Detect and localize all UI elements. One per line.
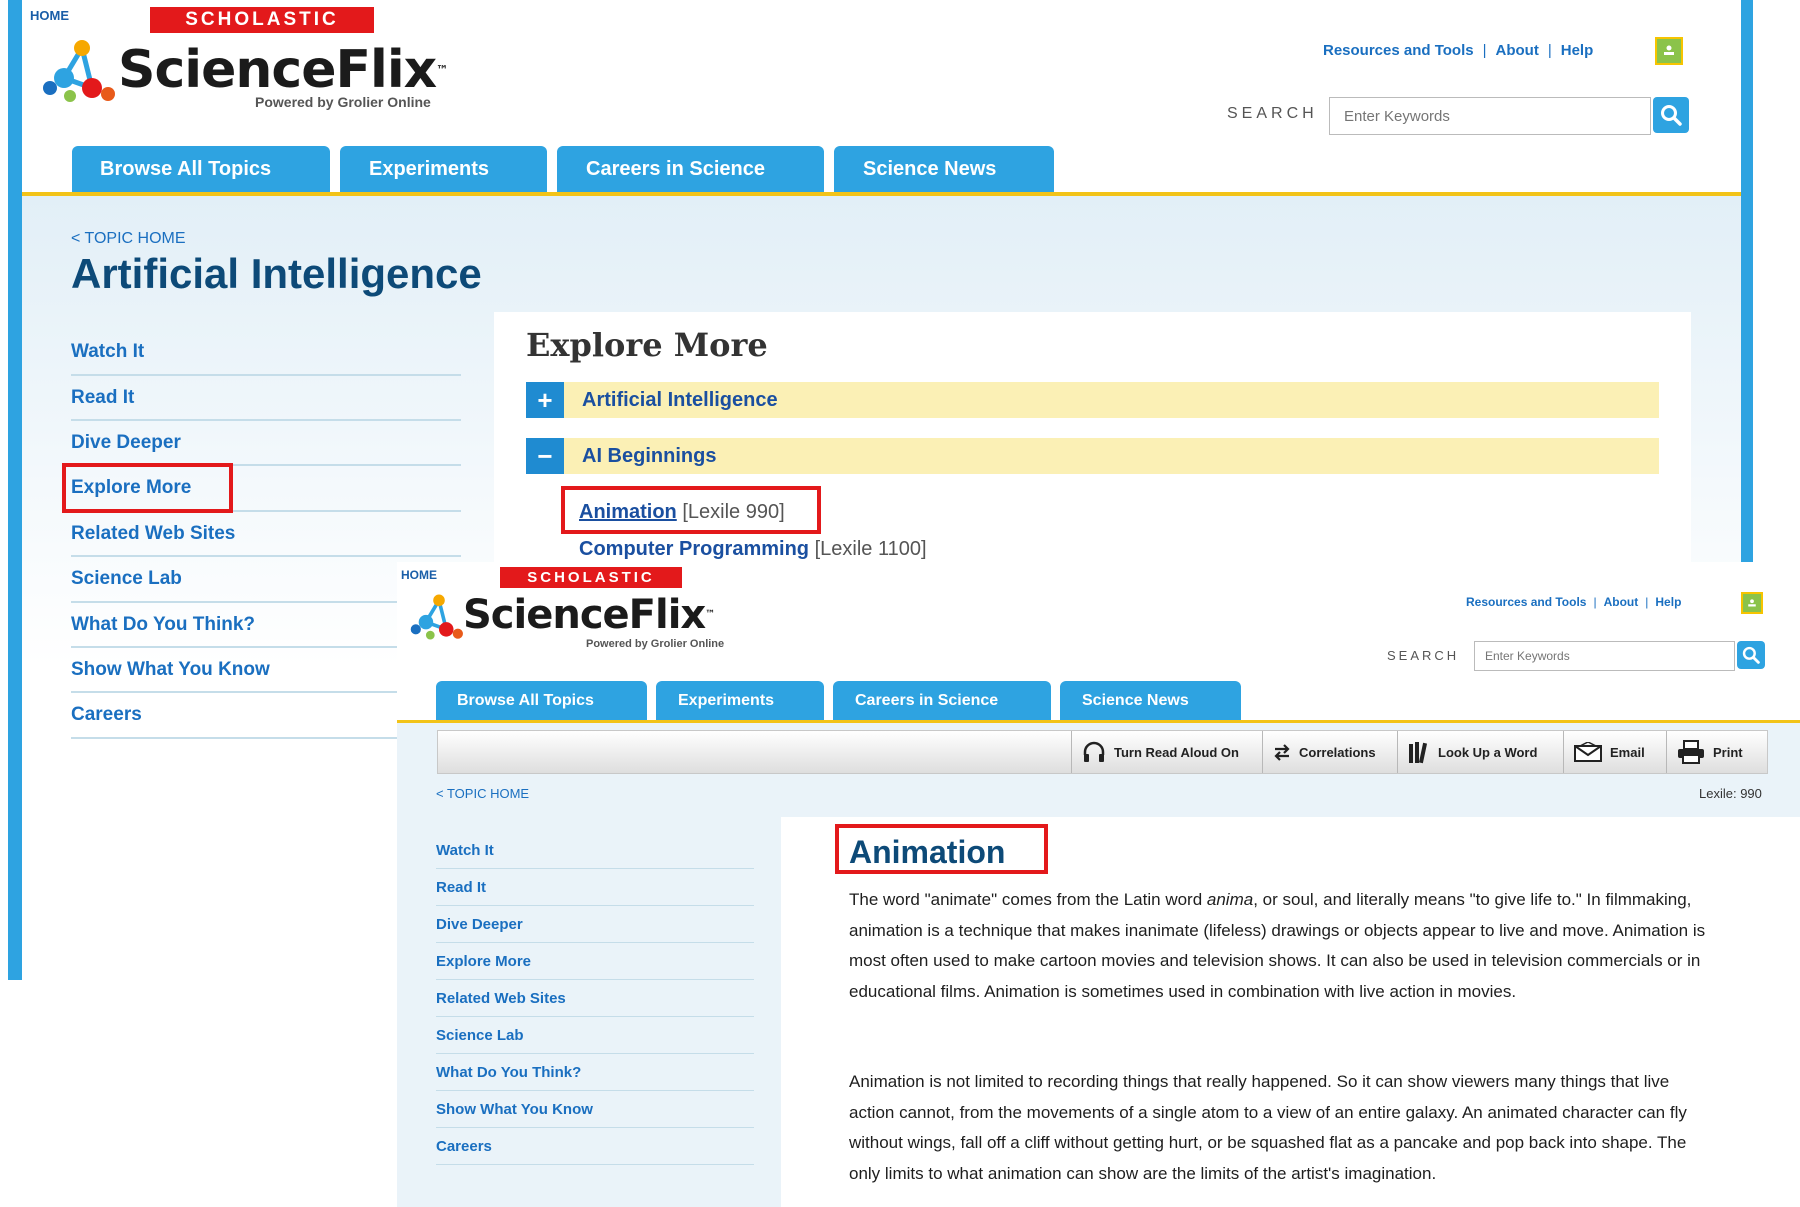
tab-science-news[interactable]: Science News (1060, 681, 1241, 720)
sidebar-item-dive-deeper[interactable]: Dive Deeper (71, 421, 461, 466)
separator: | (1547, 42, 1552, 59)
sidebar-item-show-what-you-know[interactable]: Show What You Know (436, 1091, 754, 1128)
email-button[interactable]: Email (1563, 731, 1666, 773)
sidebar-item-related-web-sites[interactable]: Related Web Sites (436, 980, 754, 1017)
sidebar-item-science-lab[interactable]: Science Lab (436, 1017, 754, 1054)
headphones-icon (1082, 741, 1106, 763)
tab-browse-all-topics[interactable]: Browse All Topics (436, 681, 647, 720)
sidebar-nav: Watch It Read It Dive Deeper Explore Mor… (436, 832, 754, 1165)
sidebar-item-dive-deeper[interactable]: Dive Deeper (436, 906, 754, 943)
screenshot-animation-article: HOME SCHOLASTIC ScienceFlix™ Powered by … (397, 562, 1800, 1207)
sidebar-item-read-it[interactable]: Read It (436, 869, 754, 906)
about-link[interactable]: About (1604, 595, 1639, 609)
article-toolbar: Turn Read Aloud On Correlations Look Up … (437, 730, 1768, 774)
top-links: Resources and Tools | About | Help (1466, 595, 1681, 609)
sidebar-item-careers[interactable]: Careers (436, 1128, 754, 1165)
google-classroom-icon[interactable] (1655, 37, 1683, 65)
highlight-explore-more (62, 463, 233, 513)
topic-home-link[interactable]: < TOPIC HOME (71, 230, 186, 248)
resources-tools-link[interactable]: Resources and Tools (1323, 42, 1474, 59)
tab-careers-in-science[interactable]: Careers in Science (557, 146, 824, 192)
separator: | (1482, 42, 1487, 59)
top-links: Resources and Tools | About | Help (1323, 42, 1593, 59)
explore-more-heading: Explore More (526, 326, 768, 364)
search-input[interactable] (1329, 97, 1651, 135)
magnifier-icon (1742, 646, 1760, 664)
accordion-artificial-intelligence[interactable]: + Artificial Intelligence (526, 382, 1659, 418)
resources-tools-link[interactable]: Resources and Tools (1466, 595, 1586, 609)
scholastic-logo[interactable]: SCHOLASTIC (150, 7, 374, 33)
lexile-readout: Lexile: 990 (1699, 786, 1762, 801)
about-link[interactable]: About (1496, 42, 1539, 59)
sidebar-item-related-web-sites[interactable]: Related Web Sites (71, 512, 461, 557)
tab-experiments[interactable]: Experiments (340, 146, 547, 192)
search-button[interactable] (1653, 97, 1689, 133)
lexile-tag: [Lexile 1100] (814, 538, 927, 560)
scienceflix-molecule-icon (410, 592, 468, 642)
collapse-minus-icon[interactable]: − (526, 438, 564, 474)
google-classroom-icon[interactable] (1741, 592, 1763, 614)
sidebar-item-explore-more[interactable]: Explore More (436, 943, 754, 980)
sidebar-item-watch-it[interactable]: Watch It (436, 832, 754, 869)
look-up-word-button[interactable]: Look Up a Word (1397, 731, 1563, 773)
computer-programming-link[interactable]: Computer Programming (579, 538, 809, 560)
separator: | (1645, 595, 1649, 609)
scholastic-logo[interactable]: SCHOLASTIC (500, 567, 682, 588)
article-link-row: Computer Programming [Lexile 1100] (579, 538, 927, 561)
print-button[interactable]: Print (1666, 731, 1767, 773)
sidebar-item-read-it[interactable]: Read It (71, 376, 461, 421)
correlations-button[interactable]: Correlations (1262, 731, 1397, 773)
right-border (1741, 0, 1753, 562)
scienceflix-molecule-icon (42, 38, 122, 104)
highlight-article-title (835, 824, 1048, 874)
topic-home-link[interactable]: < TOPIC HOME (436, 786, 529, 801)
highlight-animation-link (561, 486, 821, 534)
home-link[interactable]: HOME (401, 568, 437, 582)
books-icon (1408, 740, 1430, 764)
read-aloud-button[interactable]: Turn Read Aloud On (1071, 731, 1262, 773)
search-label: SEARCH (1227, 105, 1318, 122)
expand-plus-icon[interactable]: + (526, 382, 564, 418)
search-input[interactable] (1474, 641, 1735, 671)
powered-by-text: Powered by Grolier Online (255, 94, 431, 110)
tab-experiments[interactable]: Experiments (656, 681, 824, 720)
tab-browse-all-topics[interactable]: Browse All Topics (72, 146, 330, 192)
envelope-icon (1574, 742, 1602, 762)
tab-science-news[interactable]: Science News (834, 146, 1054, 192)
article-paragraph-1: The word "animate" comes from the Latin … (849, 890, 1706, 1001)
search-label: SEARCH (1387, 648, 1460, 663)
help-link[interactable]: Help (1655, 595, 1681, 609)
home-link[interactable]: HOME (30, 8, 69, 23)
help-link[interactable]: Help (1561, 42, 1594, 59)
magnifier-icon (1661, 105, 1682, 126)
scienceflix-logo[interactable]: ScienceFlix™ (463, 592, 715, 638)
powered-by-text: Powered by Grolier Online (586, 638, 725, 650)
printer-icon (1677, 740, 1705, 764)
page-title: Artificial Intelligence (71, 250, 482, 297)
sidebar-item-watch-it[interactable]: Watch It (71, 330, 461, 376)
separator: | (1593, 595, 1597, 609)
swap-arrows-icon (1273, 743, 1291, 761)
accordion-ai-beginnings[interactable]: − AI Beginnings (526, 438, 1659, 474)
sidebar-item-what-do-you-think[interactable]: What Do You Think? (436, 1054, 754, 1091)
article-paragraph-2: Animation is not limited to recording th… (849, 1072, 1687, 1183)
scienceflix-logo[interactable]: ScienceFlix™ (118, 40, 448, 100)
left-border (8, 0, 22, 980)
tab-careers-in-science[interactable]: Careers in Science (833, 681, 1051, 720)
search-button[interactable] (1737, 641, 1765, 669)
